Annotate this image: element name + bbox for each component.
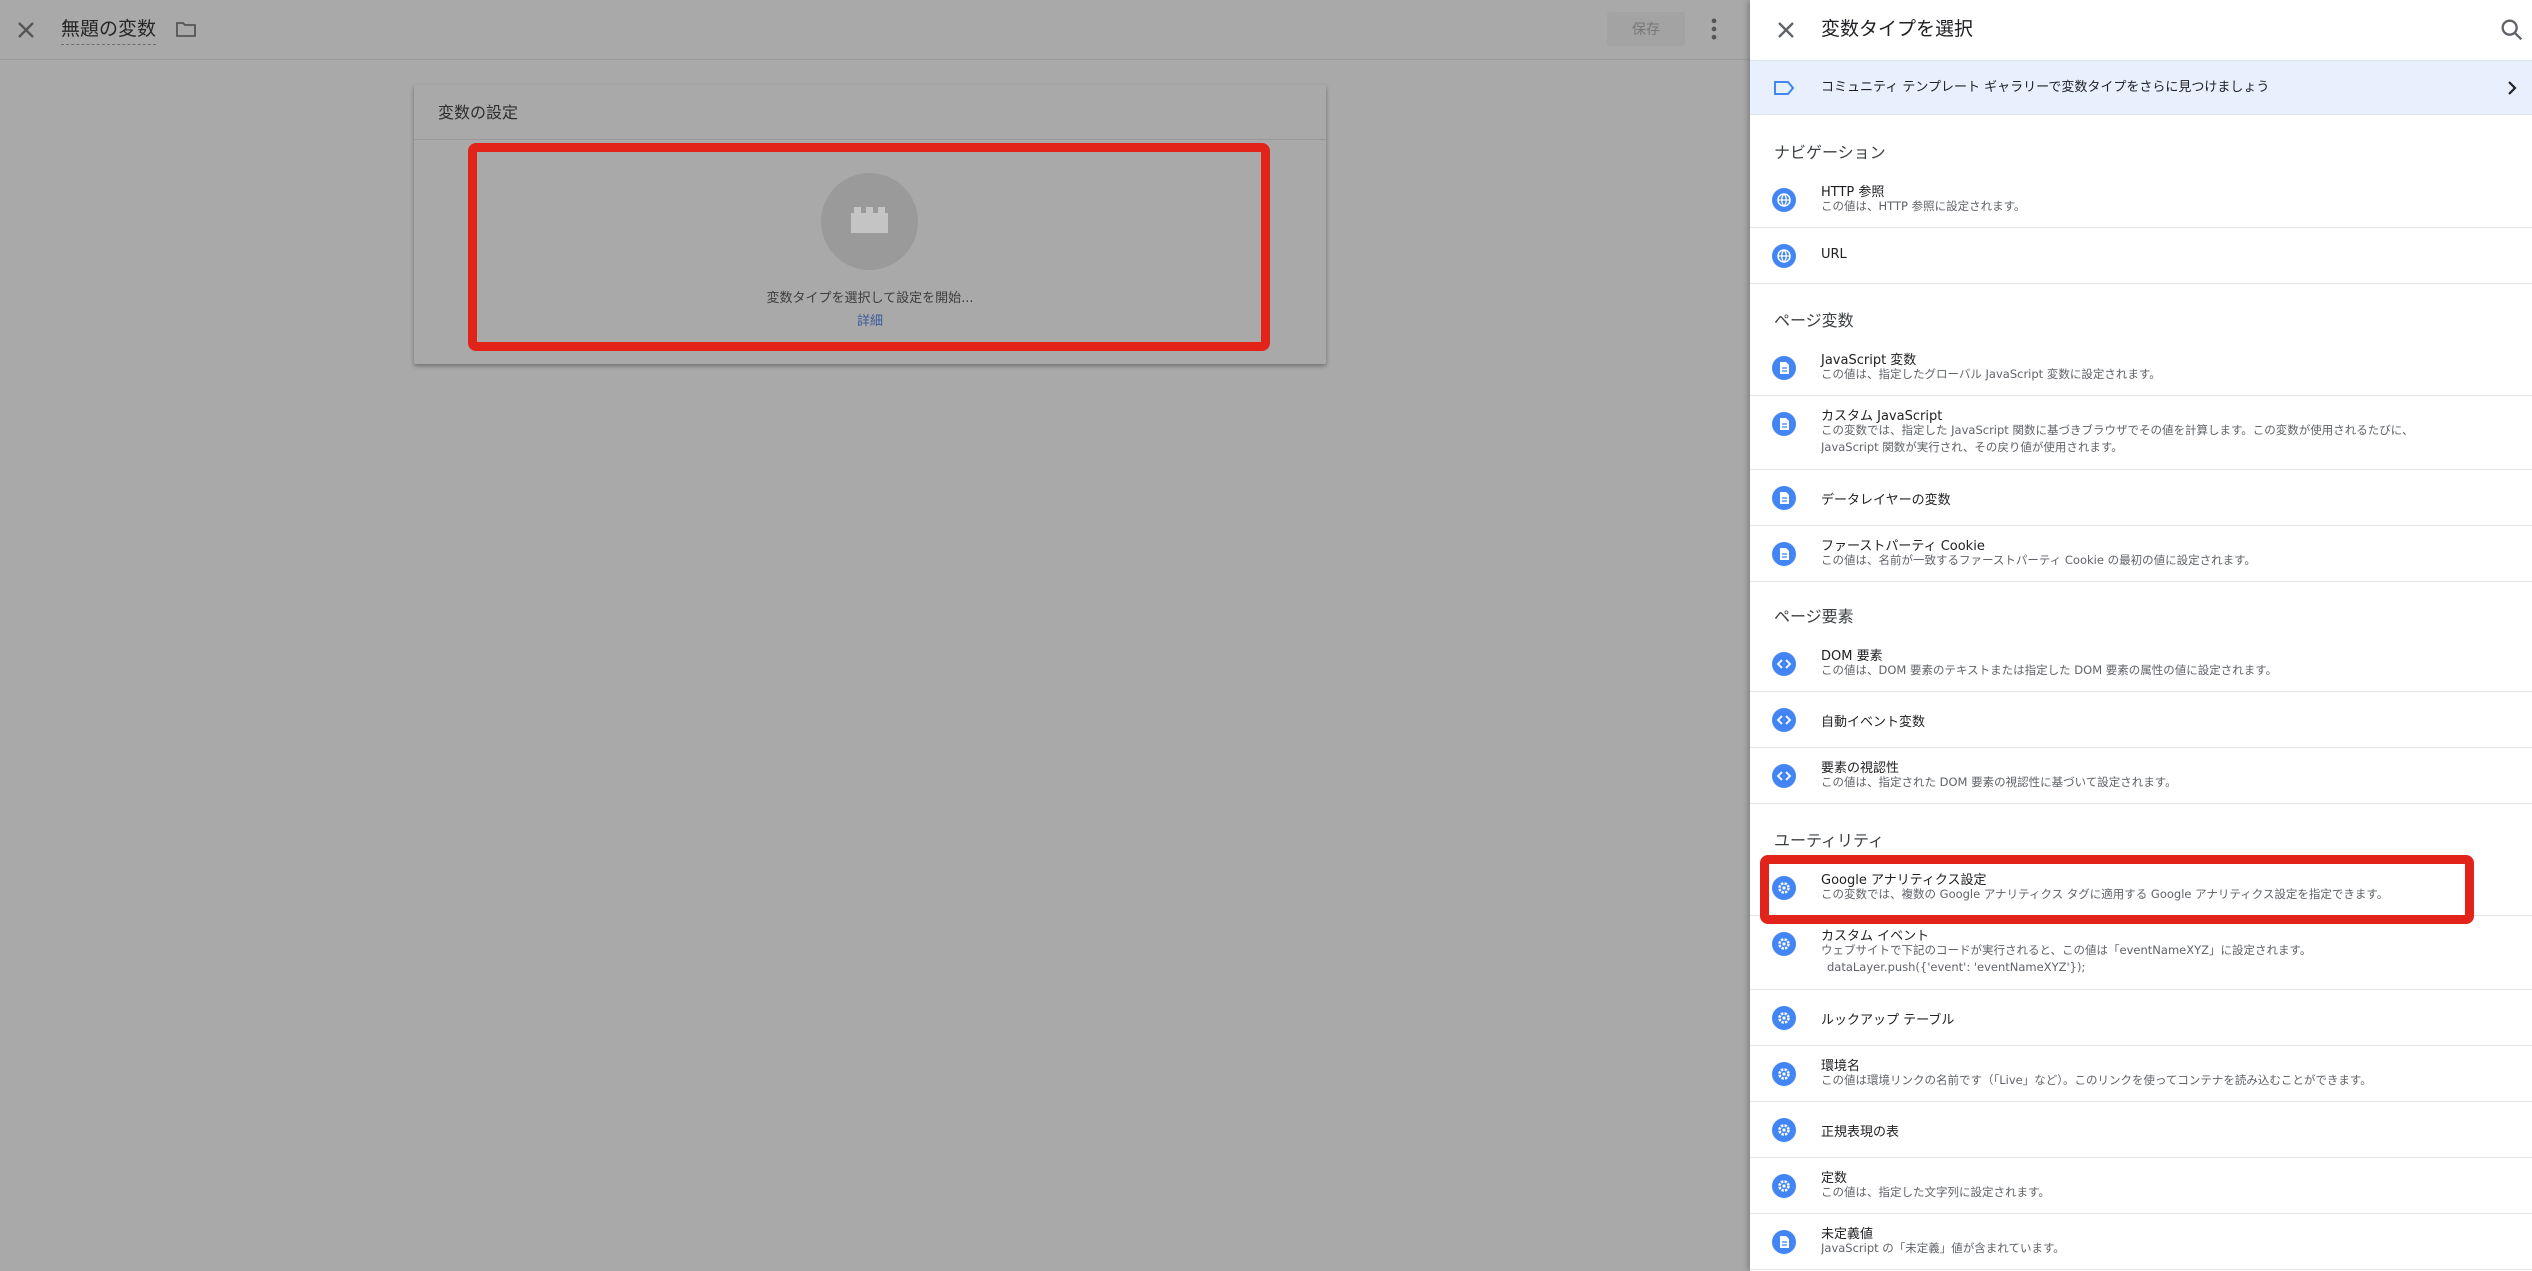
gear-icon [1772,932,1796,956]
variable-type-item[interactable]: 定数 この値は、指定した文字列に設定されます。 [1750,1158,2532,1214]
variable-type-item[interactable]: ルックアップ テーブル [1750,990,2532,1046]
item-name: 自動イベント変数 [1821,715,1926,730]
section-title-utilities: ユーティリティ [1774,831,1885,850]
document-icon [1772,1230,1796,1254]
item-desc: この値は、指定した文字列に設定されます。 [1821,1185,2050,1199]
code-icon [1772,652,1796,676]
globe-icon [1772,188,1796,212]
gear-icon [1772,1006,1796,1030]
variable-editor: 無題の変数 保存 変数の設定 変数タイプを選択して設定を開始... 詳細 [0,0,1750,1271]
item-desc: JavaScript の「未定義」値が含まれています。 [1821,1241,2065,1255]
chevron-right-icon [2508,81,2517,95]
code-icon [1772,708,1796,732]
item-name: 正規表現の表 [1821,1125,1900,1140]
document-icon [1772,412,1796,436]
item-desc: この値は、DOM 要素のテキストまたは指定した DOM 要素の属性の値に設定され… [1821,663,2278,677]
section-title-navigation: ナビゲーション [1774,143,1886,162]
close-icon[interactable] [12,16,40,44]
title-field[interactable]: 無題の変数 [61,15,157,45]
item-name: ルックアップ テーブル [1821,1013,1955,1028]
variable-type-item[interactable]: 環境名 この値は環境リンクの名前です（「Live」など）。このリンクを使ってコン… [1750,1046,2532,1102]
globe-icon [1772,244,1796,268]
code-icon [1772,764,1796,788]
item-desc: この値は、指定された DOM 要素の視認性に基づいて設定されます。 [1821,775,2177,789]
card-header: 変数の設定 [414,85,1326,140]
item-desc: ウェブサイトで下記のコードが実行されると、この値は「eventNameXYZ」に… [1821,943,2312,974]
variable-type-item[interactable]: カスタム JavaScript この変数では、指定した JavaScript 関… [1750,396,2532,470]
folder-icon[interactable] [174,17,198,41]
section-title-page-variables: ページ変数 [1774,311,1854,330]
search-icon[interactable] [2498,16,2526,44]
variable-type-item[interactable]: 未定義値 JavaScript の「未定義」値が含まれています。 [1750,1214,2532,1270]
item-desc: この変数では、指定した JavaScript 関数に基づきブラウザでその値を計算… [1821,423,2414,454]
card-title: 変数の設定 [438,103,519,122]
gear-icon [1772,1062,1796,1086]
panel-header: 変数タイプを選択 [1750,0,2532,60]
section-title-page-elements: ページ要素 [1774,607,1854,626]
variable-type-item[interactable]: HTTP 参照 この値は、HTTP 参照に設定されます。 [1750,172,2532,228]
variable-type-item[interactable]: 正規表現の表 [1750,1102,2532,1158]
more-vert-icon[interactable] [1700,14,1728,44]
document-icon [1772,356,1796,380]
gear-icon [1772,1118,1796,1142]
variable-type-item[interactable]: 自動イベント変数 [1750,692,2532,748]
editor-toolbar: 無題の変数 保存 [0,0,1750,60]
variable-type-item[interactable]: DOM 要素 この値は、DOM 要素のテキストまたは指定した DOM 要素の属性… [1750,636,2532,692]
annotation-highlight-box [1760,855,2474,924]
gear-icon [1772,1174,1796,1198]
page-title: 無題の変数 [61,18,157,40]
tag-icon [1774,81,1795,95]
variable-type-item[interactable]: JavaScript 変数 この値は、指定したグローバル JavaScript … [1750,340,2532,396]
variable-type-panel: 変数タイプを選択 コミュニティ テンプレート ギャラリーで変数タイプをさらに見つ… [1750,0,2532,1271]
panel-title: 変数タイプを選択 [1821,18,1974,40]
item-name: URL [1821,247,1847,262]
annotation-highlight-box [468,143,1270,351]
variable-type-item[interactable]: データレイヤーの変数 [1750,470,2532,526]
item-desc: この値は、名前が一致するファーストパーティ Cookie の最初の値に設定されま… [1821,553,2256,567]
community-gallery-banner[interactable]: コミュニティ テンプレート ギャラリーで変数タイプをさらに見つけましょう [1750,60,2532,115]
item-desc: この値は環境リンクの名前です（「Live」など）。このリンクを使ってコンテナを読… [1821,1073,2372,1087]
variable-type-item[interactable]: 要素の視認性 この値は、指定された DOM 要素の視認性に基づいて設定されます。 [1750,748,2532,804]
item-name: データレイヤーの変数 [1821,493,1951,508]
gallery-banner-text: コミュニティ テンプレート ギャラリーで変数タイプをさらに見つけましょう [1821,80,2270,95]
document-icon [1772,486,1796,510]
close-icon[interactable] [1772,16,1800,44]
document-icon [1772,542,1796,566]
variable-type-item[interactable]: URL [1750,228,2532,284]
save-button[interactable]: 保存 [1607,12,1685,46]
variable-type-item[interactable]: ファーストパーティ Cookie この値は、名前が一致するファーストパーティ C… [1750,526,2532,582]
variable-type-item[interactable]: カスタム イベント ウェブサイトで下記のコードが実行されると、この値は「even… [1750,916,2532,990]
item-desc: この値は、HTTP 参照に設定されます。 [1821,199,2026,213]
item-desc: この値は、指定したグローバル JavaScript 変数に設定されます。 [1821,367,2161,381]
